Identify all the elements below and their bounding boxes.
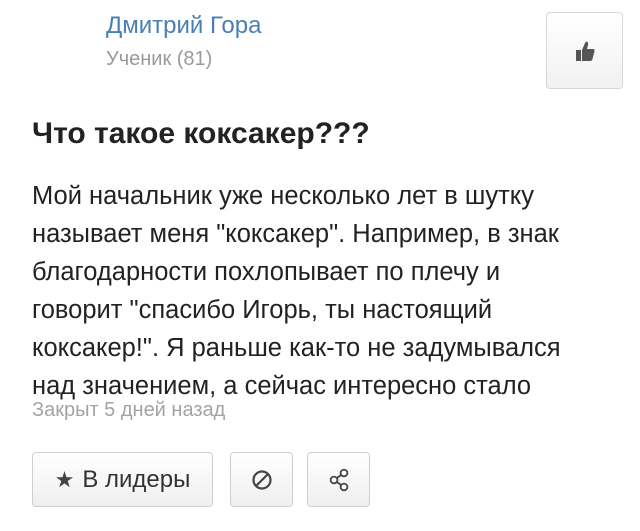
question-body-line: называет меня "коксакер". Например, в зн… (32, 220, 559, 248)
question-title: Что такое коксакер??? (32, 117, 370, 150)
block-icon (251, 469, 272, 490)
question-body-line: говорит "спасибо Игорь, ты настоящий (32, 296, 493, 324)
author-name-link[interactable]: Дмитрий Гора (106, 10, 261, 42)
block-button[interactable] (230, 452, 293, 507)
like-button[interactable] (546, 12, 623, 89)
star-icon: ★ (54, 466, 75, 492)
question-status: Закрыт 5 дней назад (32, 399, 226, 421)
share-button[interactable] (307, 452, 370, 507)
question-body-line: благодарности похлопывает по плечу и (32, 258, 501, 286)
question-body-line: Мой начальник уже несколько лет в шутку (32, 182, 534, 210)
share-icon (329, 468, 348, 491)
question-body: Мой начальник уже несколько лет в шутку … (32, 177, 632, 405)
author-rank: Ученик (81) (106, 48, 213, 70)
question-body-line: коксакер!". Я раньше как-то не задумывал… (32, 334, 561, 362)
thumbs-up-icon (575, 41, 595, 61)
to-leaders-label: В лидеры (82, 465, 191, 493)
to-leaders-button[interactable]: ★ В лидеры (32, 452, 213, 507)
author-info: Дмитрий Гора Ученик (81) (106, 10, 261, 73)
